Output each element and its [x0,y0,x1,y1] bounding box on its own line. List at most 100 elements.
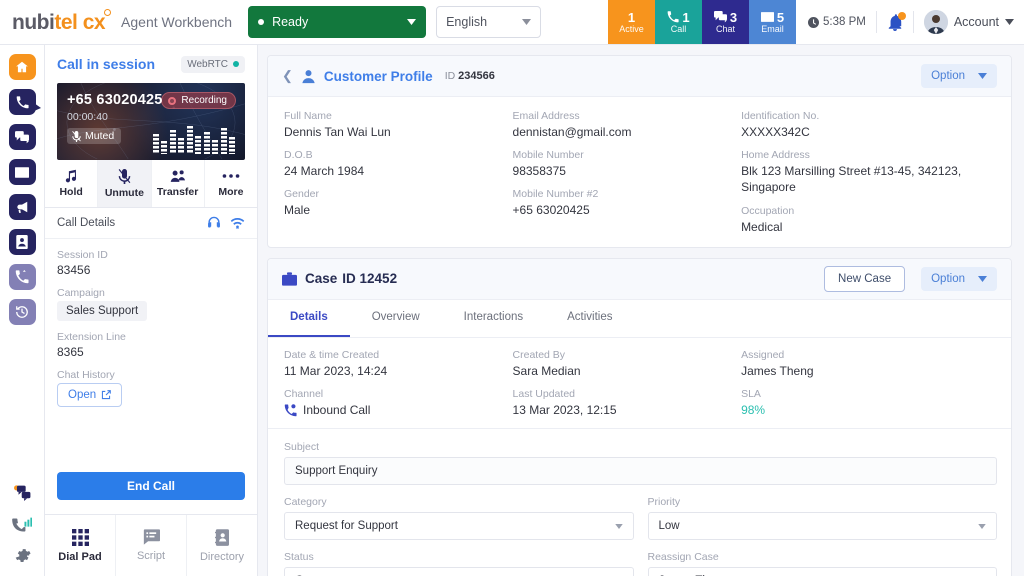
counter-email[interactable]: 5 Email [749,0,796,44]
field-last-updated: Last Updated 13 Mar 2023, 12:15 [513,388,742,418]
chevron-down-icon [615,524,623,529]
field-label: SLA [741,388,997,400]
category-priority-row: Category Request for Support Priority [284,496,997,551]
field-identification-no: Identification No. XXXXX342C [741,110,997,140]
field-label: Home Address [741,149,997,161]
sidebar-item-chat[interactable] [9,124,36,150]
mic-muted-icon [118,169,131,184]
counter-email-label: Email [761,25,784,34]
chevron-down-icon [978,73,987,79]
customer-profile-card: ❮ Customer Profile ID 234566 Option [267,55,1012,248]
sidebar-item-history[interactable] [9,299,36,325]
field-home-address: Home Address Blk 123 Marsilling Street #… [741,149,997,195]
priority-label: Priority [648,496,998,508]
priority-select[interactable]: Low [648,512,998,540]
case-option-button[interactable]: Option [921,267,997,291]
hold-label: Hold [59,186,82,198]
phone-icon [16,96,29,109]
call-quality-icon[interactable] [12,516,32,534]
field-label: Full Name [284,110,513,122]
category-label: Category [284,496,634,508]
wifi-icon[interactable] [230,217,245,229]
callback-icon [15,270,29,284]
tab-activities[interactable]: Activities [545,300,634,337]
field-label: Identification No. [741,110,997,122]
sidebar-item-callback[interactable] [9,264,36,290]
field-mobile-number: Mobile Number 98358375 [513,149,742,179]
counter-call[interactable]: 1 Call [655,0,702,44]
dial-pad-tab[interactable]: Dial Pad [45,515,116,576]
reassign-label: Reassign Case [648,551,998,563]
counter-email-count: 5 [777,11,784,24]
call-panel-bottom-tabs: Dial Pad Script Directory [45,514,257,576]
reassign-select[interactable]: James Theng [648,567,998,576]
product-name: Agent Workbench [121,14,232,30]
directory-tab[interactable]: Directory [187,515,257,576]
counter-chat[interactable]: 3 Chat [702,0,749,44]
agent-status-label: Ready [272,15,308,29]
detail-value: 83456 [57,263,245,277]
tab-details[interactable]: Details [268,300,350,337]
tab-interactions[interactable]: Interactions [442,300,545,337]
notification-bell-button[interactable] [887,14,903,31]
counter-active[interactable]: 1 Active [608,0,655,44]
sidebar-item-call[interactable] [9,89,36,115]
transfer-button[interactable]: Transfer [152,160,205,207]
subject-field-wrap: Subject [284,441,997,485]
field-value: XXXXX342C [741,124,997,140]
agent-status-select[interactable]: Ready [248,6,426,38]
field-value: Male [284,202,513,218]
notification-badge-dot [898,12,906,20]
muted-label: Muted [85,130,114,142]
sidebar-item-contacts[interactable] [9,229,36,255]
logo-dot-icon [104,9,111,16]
transfer-label: Transfer [157,186,198,198]
active-call-card: Recording +65 63020425 00:00:40 Muted [57,83,245,160]
priority-value: Low [659,520,680,532]
field-label: Channel [284,388,513,400]
chevron-down-icon [522,19,531,25]
top-bar: nubitel cx Agent Workbench Ready English… [0,0,1024,45]
unmute-button[interactable]: Unmute [98,160,151,207]
briefcase-icon [282,272,297,286]
status-field-wrap: Status Open [284,551,634,576]
case-form: Subject Category Request for Support [268,429,1011,576]
field-label: D.O.B [284,149,513,161]
sidebar-item-campaign[interactable] [9,194,36,220]
new-case-button[interactable]: New Case [824,266,905,292]
gear-icon[interactable] [14,547,31,564]
headset-icon[interactable] [207,216,221,230]
counter-chat-label: Chat [716,25,735,34]
language-label: English [446,15,487,29]
call-in-session-title: Call in session [57,56,155,72]
hold-button[interactable]: Hold [45,160,98,207]
status-select[interactable]: Open [284,567,634,576]
mic-muted-icon [72,131,81,142]
field-channel: Channel Inbound Call [284,388,513,418]
counter-call-label: Call [671,25,687,34]
detail-chat-history: Chat History Open [57,369,245,407]
chevron-down-icon [1005,19,1014,25]
end-call-button[interactable]: End Call [57,472,245,500]
left-nav-rail [0,45,45,576]
field-date-time-created: Date & time Created 11 Mar 2023, 14:24 [284,349,513,379]
open-chat-history-button[interactable]: Open [57,383,122,407]
more-button[interactable]: More [205,160,257,207]
account-menu[interactable]: Account [924,10,1014,34]
subject-label: Subject [284,441,997,453]
sidebar-item-home[interactable] [9,54,36,80]
field-value: Blk 123 Marsilling Street #13-45, 342123… [741,163,997,195]
tab-overview[interactable]: Overview [350,300,442,337]
customer-option-button[interactable]: Option [921,64,997,88]
field-occupation: Occupation Medical [741,205,997,235]
category-select[interactable]: Request for Support [284,512,634,540]
phone-icon [667,11,679,23]
subject-input[interactable] [284,457,997,485]
detail-label: Session ID [57,249,245,261]
sidebar-item-email[interactable] [9,159,36,185]
language-select[interactable]: English [436,6,541,38]
logo-text-nubi: nubi [12,11,54,34]
chat-bubbles-icon[interactable] [13,484,32,503]
script-tab[interactable]: Script [116,515,187,576]
back-chevron-icon[interactable]: ❮ [282,68,293,84]
